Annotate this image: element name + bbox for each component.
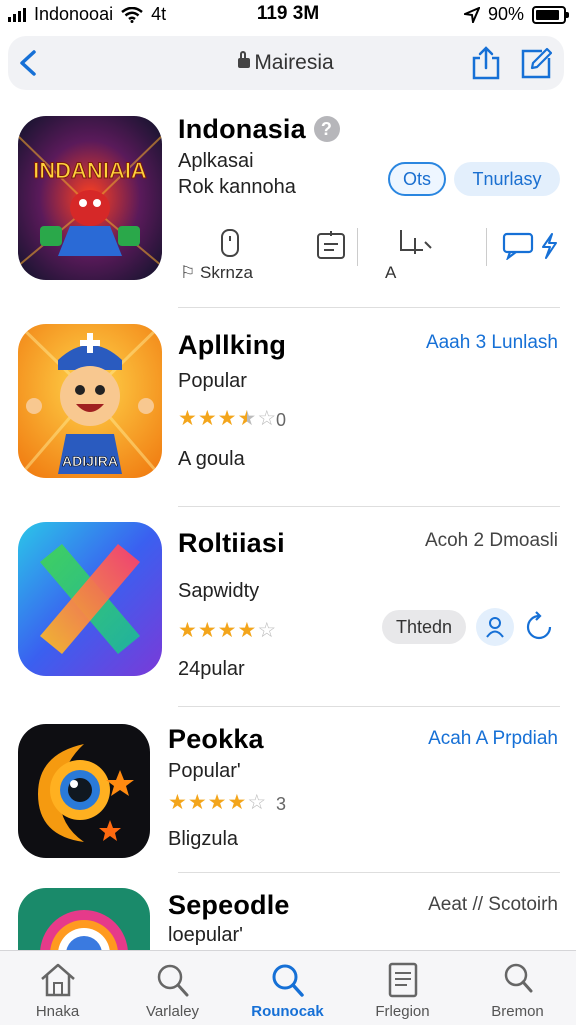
person-button[interactable]	[476, 608, 514, 646]
featured-app[interactable]: INDANIAIA Indonasia ? Aplkasai Rok kanno…	[0, 112, 576, 302]
refresh-icon	[526, 611, 552, 640]
app-category: A goula	[178, 448, 245, 470]
status-bar: Indonooai 4t 119 3M 90%	[0, 0, 576, 32]
app-link[interactable]: Aeat // Scotoirh	[428, 894, 558, 916]
list-item[interactable]: ADIJIRA Apllking Aaah 3 Lunlash Popular …	[0, 322, 576, 502]
app-icon[interactable]	[18, 888, 150, 950]
app-icon[interactable]	[18, 724, 150, 858]
document-icon	[388, 962, 418, 998]
nav-bar: Mairesia	[8, 36, 564, 90]
get-button[interactable]: Tnurlasy	[454, 162, 560, 196]
home-icon	[41, 963, 75, 997]
app-subtitle: Popular	[178, 370, 247, 392]
app-name: Apllking	[178, 330, 287, 360]
refresh-button[interactable]	[520, 608, 558, 646]
phone-icon	[221, 229, 239, 257]
person-icon	[486, 617, 504, 638]
tab-documents[interactable]: Frlegion	[345, 951, 460, 1025]
list-item[interactable]: Sepeodle Aeat // Scotoirh loepular'	[0, 886, 576, 950]
rating-count: 3	[276, 794, 287, 814]
chart-icon	[400, 230, 432, 254]
app-subtitle: Popular'	[168, 760, 241, 782]
metric-age: A	[385, 228, 445, 283]
battery-percent: 90%	[487, 4, 524, 24]
app-icon[interactable]	[18, 522, 162, 676]
star-rating: ★★★★☆	[178, 407, 278, 430]
lock-icon	[238, 51, 251, 68]
metric-storage: ⚐ Skrnza	[180, 228, 280, 283]
calendar-icon	[317, 231, 345, 259]
open-button[interactable]: Ots	[388, 162, 446, 196]
app-name: Sepeodle	[168, 890, 290, 920]
bolt-icon[interactable]	[540, 232, 558, 260]
featured-app-developer: Rok kannoha	[178, 176, 296, 198]
share-icon[interactable]	[470, 46, 502, 80]
app-subtitle: loepular'	[168, 924, 243, 946]
tab-search-active[interactable]: Rounocak	[230, 951, 345, 1025]
star-rating: ★★★★☆	[168, 791, 268, 814]
battery-icon	[532, 5, 569, 24]
app-link[interactable]: Aaah 3 Lunlash	[426, 332, 558, 354]
search-icon	[157, 964, 189, 997]
location-icon	[463, 6, 480, 23]
featured-app-subtitle: Aplkasai	[178, 150, 254, 172]
rating-count: 0	[276, 410, 287, 430]
svg-text:INDANIAIA: INDANIAIA	[33, 158, 147, 183]
app-category: 24pular	[178, 658, 245, 680]
app-icon[interactable]: ADIJIRA	[18, 324, 162, 478]
featured-app-name: Indonasia ?	[178, 114, 340, 145]
info-icon[interactable]: ?	[313, 116, 340, 142]
app-name: Roltiiasi	[178, 528, 285, 558]
featured-app-icon[interactable]: INDANIAIA	[18, 116, 162, 280]
tab-bar: Hnaka Varlaley Rounocak Frlegion Bremon	[0, 950, 576, 1025]
app-link[interactable]: Acah A Prpdiah	[428, 728, 558, 750]
compose-icon[interactable]	[520, 46, 552, 80]
star-rating: ★★★★☆	[178, 619, 278, 642]
app-category: Bligzula	[168, 828, 239, 850]
list-item[interactable]: Roltiiasi Acoh 2 Dmoasli Sapwidty ★★★★☆ …	[0, 520, 576, 700]
svg-text:ADIJIRA: ADIJIRA	[62, 453, 118, 469]
tab-profile[interactable]: Bremon	[460, 951, 575, 1025]
app-link[interactable]: Acoh 2 Dmoasli	[425, 530, 558, 552]
search-icon	[272, 964, 304, 997]
tab-search[interactable]: Varlaley	[115, 951, 230, 1025]
tab-home[interactable]: Hnaka	[0, 951, 115, 1025]
get-button[interactable]: Thtedn	[382, 610, 466, 644]
app-subtitle: Sapwidty	[178, 580, 260, 602]
message-icon[interactable]	[502, 232, 536, 260]
flag-icon: ⚐	[180, 263, 196, 282]
list-item[interactable]: Peokka Acah A Prpdiah Popular' ★★★★☆ 3 B…	[0, 720, 576, 880]
app-name: Peokka	[168, 724, 264, 754]
person-icon	[504, 963, 533, 993]
